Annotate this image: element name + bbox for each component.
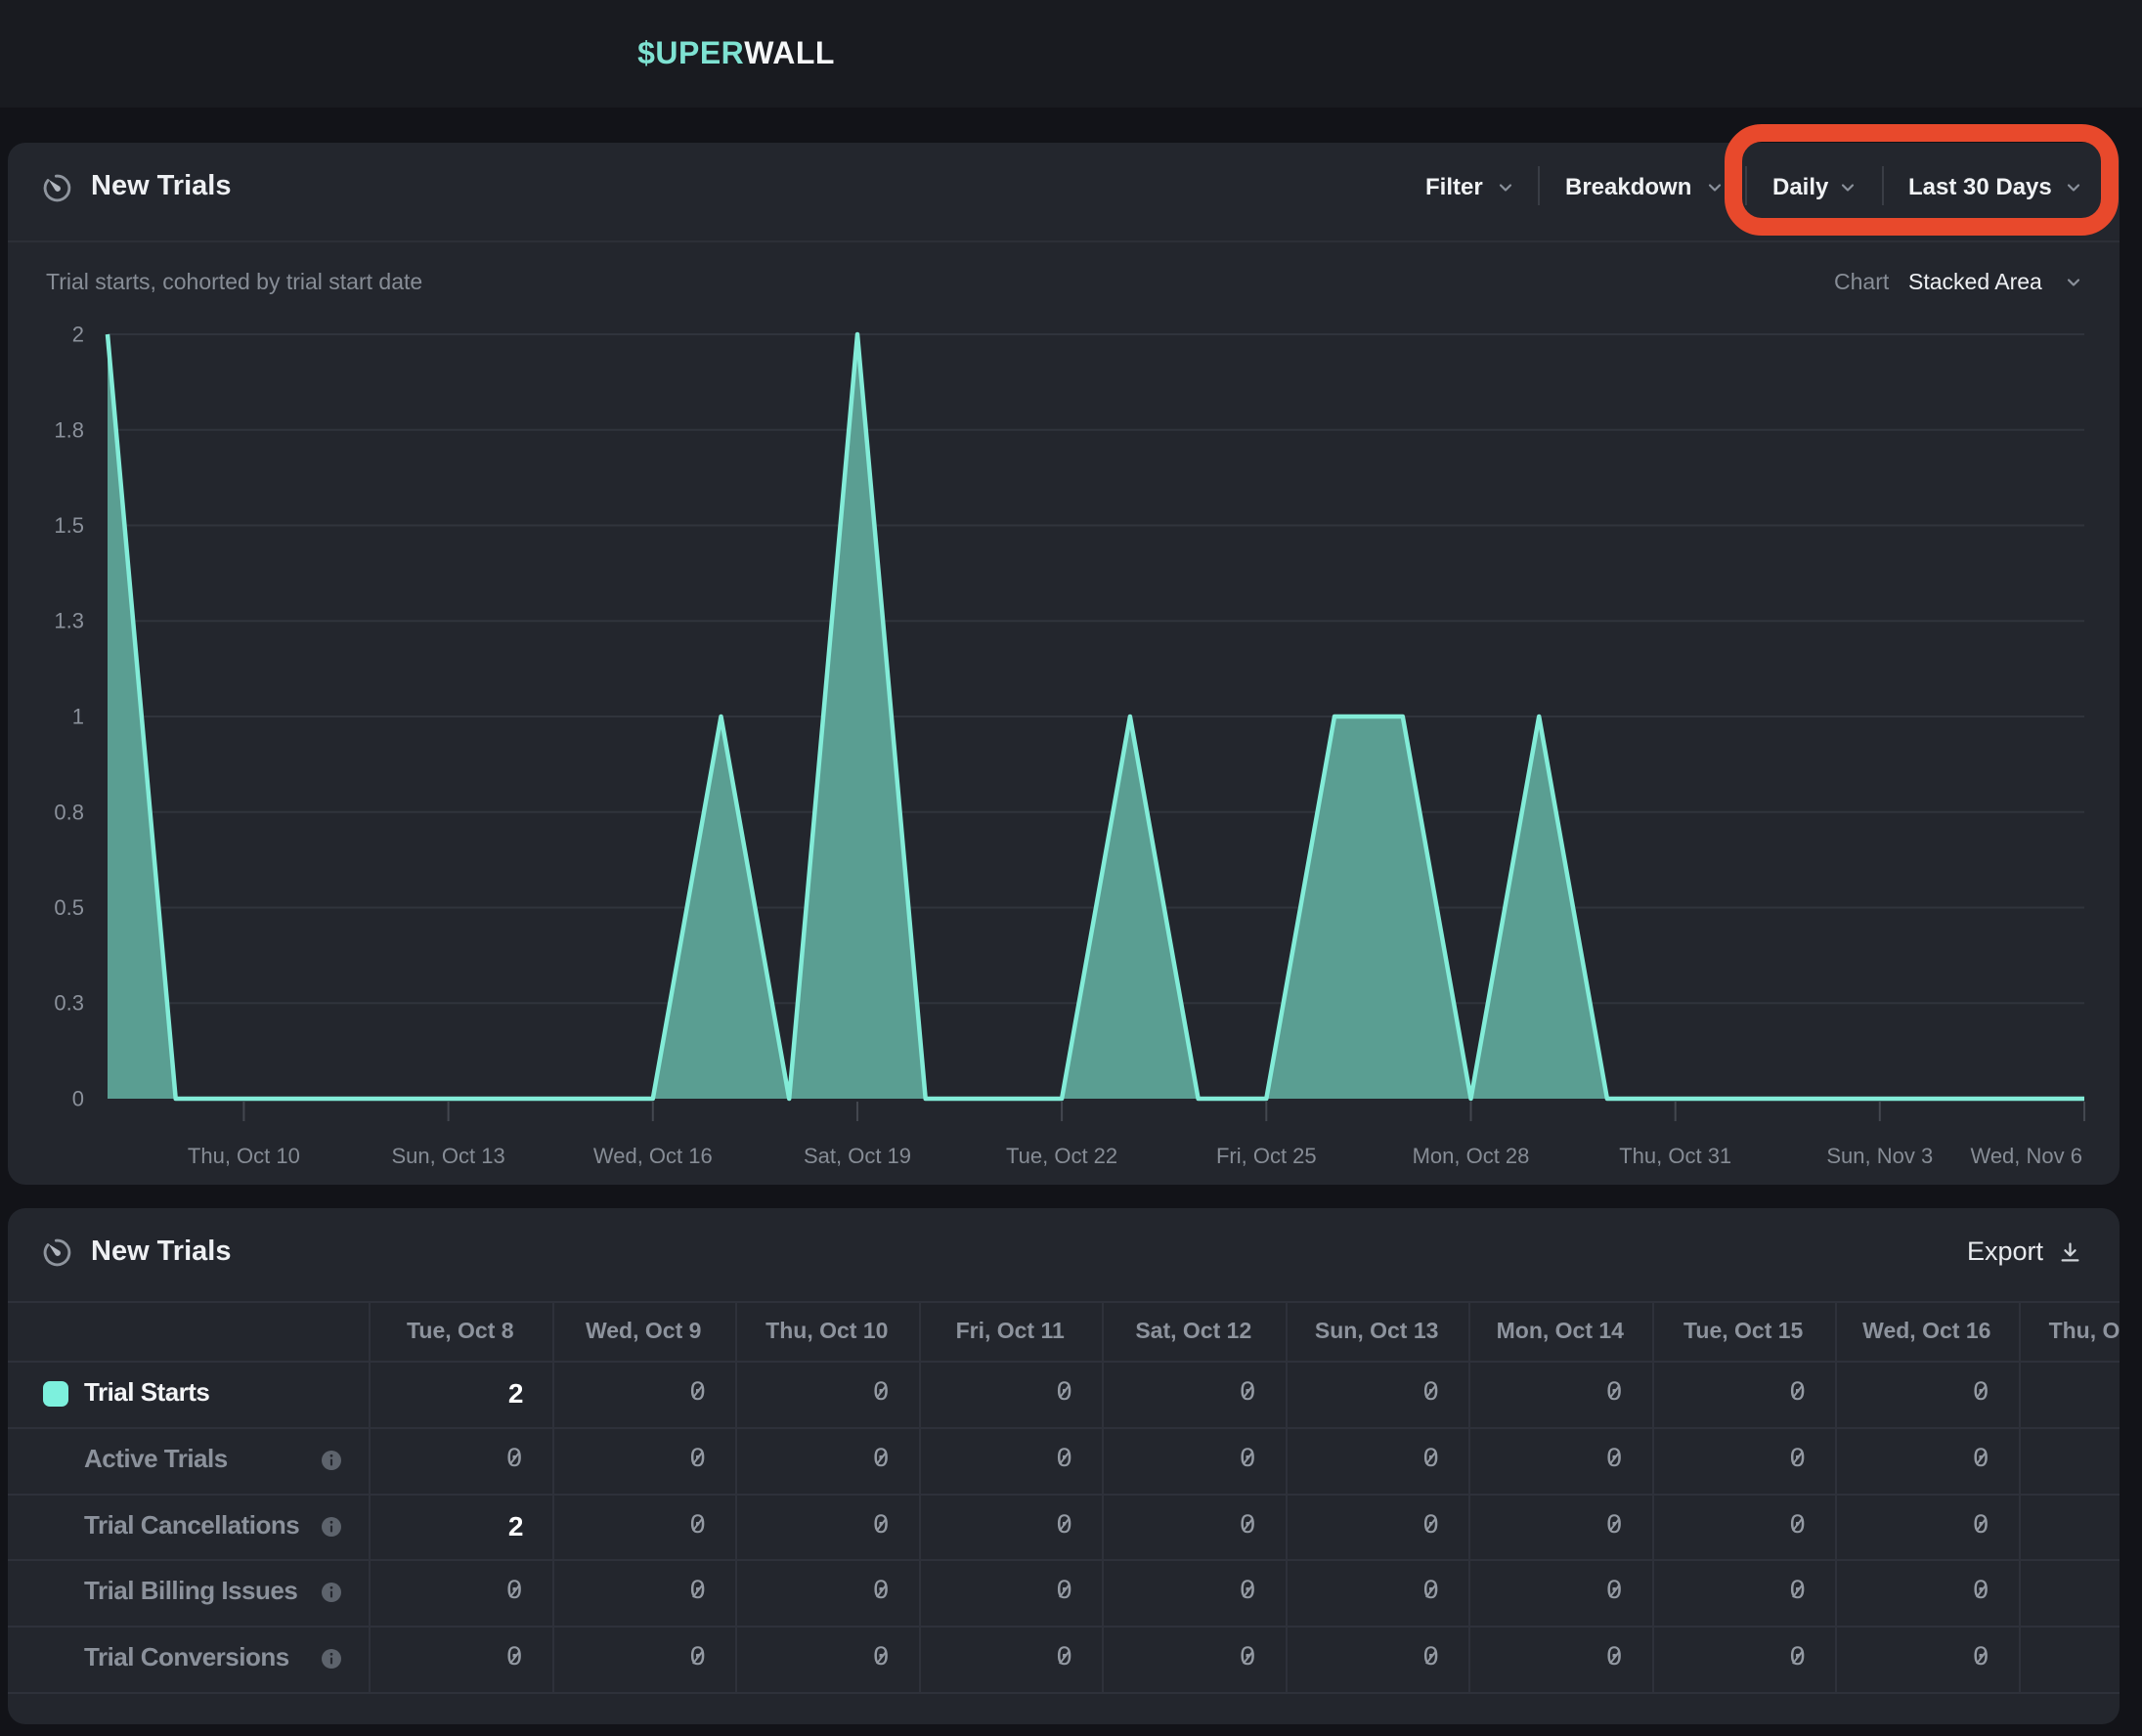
svg-text:1.8: 1.8	[54, 417, 84, 442]
svg-text:Fri, Oct 25: Fri, Oct 25	[1216, 1144, 1317, 1168]
svg-text:0.8: 0.8	[54, 800, 84, 824]
svg-text:Wed, Oct 16: Wed, Oct 16	[593, 1144, 713, 1168]
svg-text:Thu, Oct 10: Thu, Oct 10	[188, 1144, 300, 1168]
svg-text:Sun, Nov 3: Sun, Nov 3	[1826, 1144, 1933, 1168]
svg-text:0.3: 0.3	[54, 991, 84, 1016]
svg-text:1.3: 1.3	[54, 609, 84, 633]
svg-text:Mon, Oct 28: Mon, Oct 28	[1413, 1144, 1530, 1168]
svg-text:Sun, Oct 13: Sun, Oct 13	[392, 1144, 505, 1168]
svg-text:Tue, Oct 22: Tue, Oct 22	[1006, 1144, 1117, 1168]
svg-text:1: 1	[72, 705, 84, 729]
svg-text:Sat, Oct 19: Sat, Oct 19	[804, 1144, 911, 1168]
svg-text:0: 0	[72, 1087, 84, 1111]
svg-text:2: 2	[72, 323, 84, 347]
svg-text:Thu, Oct 31: Thu, Oct 31	[1619, 1144, 1731, 1168]
svg-text:0.5: 0.5	[54, 895, 84, 920]
svg-text:Wed, Nov 6: Wed, Nov 6	[1970, 1144, 2082, 1168]
svg-text:1.5: 1.5	[54, 513, 84, 538]
